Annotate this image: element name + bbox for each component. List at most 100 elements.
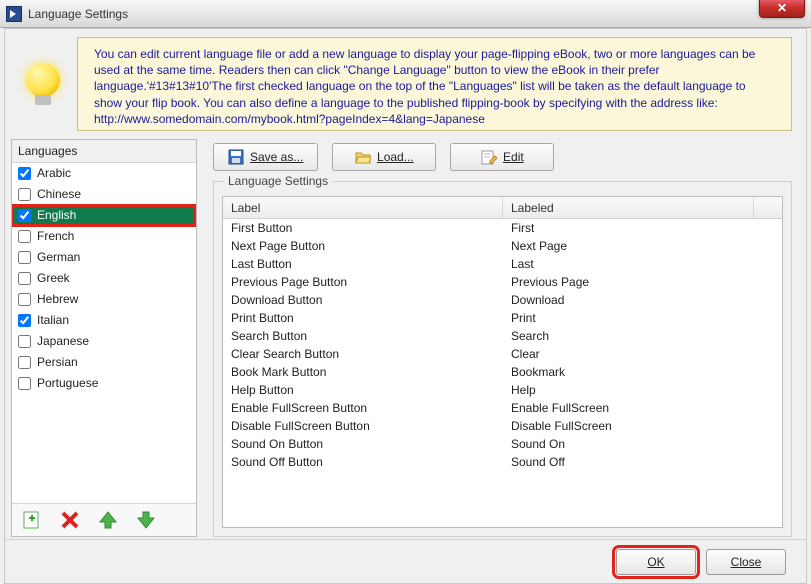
labels-grid[interactable]: Label Labeled First ButtonFirstNext Page… — [222, 196, 783, 528]
edit-label: Edit — [503, 150, 524, 164]
save-as-label: Save as... — [250, 150, 303, 164]
cell-labeled: Download — [503, 293, 782, 307]
grid-row[interactable]: Next Page ButtonNext Page — [223, 237, 782, 255]
cell-label: Previous Page Button — [223, 275, 503, 289]
cell-labeled: Sound On — [503, 437, 782, 451]
cell-label: Disable FullScreen Button — [223, 419, 503, 433]
column-labeled[interactable]: Labeled — [503, 197, 754, 218]
languages-panel: Languages Arabic Chinese English French Germ… — [11, 139, 197, 537]
grid-row[interactable]: Book Mark ButtonBookmark — [223, 363, 782, 381]
grid-row[interactable]: First ButtonFirst — [223, 219, 782, 237]
language-item[interactable]: Persian — [12, 352, 196, 373]
save-as-button[interactable]: Save as... — [213, 143, 318, 171]
grid-body[interactable]: First ButtonFirstNext Page ButtonNext Pa… — [223, 219, 782, 527]
close-label: Close — [731, 555, 762, 569]
client-area: You can edit current language file or ad… — [4, 28, 807, 584]
ok-label: OK — [647, 555, 664, 569]
grid-header: Label Labeled — [223, 197, 782, 219]
language-item[interactable]: Japanese — [12, 331, 196, 352]
language-item[interactable]: Portuguese — [12, 373, 196, 394]
remove-language-button[interactable] — [60, 510, 80, 530]
languages-toolbar — [12, 503, 196, 536]
cell-labeled: Sound Off — [503, 455, 782, 469]
grid-row[interactable]: Previous Page ButtonPrevious Page — [223, 273, 782, 291]
close-icon: ✕ — [777, 1, 787, 15]
language-item[interactable]: Italian — [12, 310, 196, 331]
language-checkbox[interactable] — [18, 314, 31, 327]
language-checkbox[interactable] — [18, 230, 31, 243]
plus-page-icon — [22, 510, 42, 530]
grid-row[interactable]: Download ButtonDownload — [223, 291, 782, 309]
language-item[interactable]: Greek — [12, 268, 196, 289]
grid-row[interactable]: Sound On ButtonSound On — [223, 435, 782, 453]
language-item[interactable]: German — [12, 247, 196, 268]
language-item[interactable]: English — [12, 205, 196, 226]
app-icon — [6, 6, 22, 22]
cell-label: Enable FullScreen Button — [223, 401, 503, 415]
language-item[interactable]: Arabic — [12, 163, 196, 184]
editor-area: Save as... Load... Edit Language Setting… — [205, 139, 798, 537]
folder-open-icon — [355, 149, 371, 165]
language-checkbox[interactable] — [18, 272, 31, 285]
title-bar: Language Settings ✕ — [0, 0, 811, 28]
language-item[interactable]: French — [12, 226, 196, 247]
language-label: German — [37, 250, 80, 264]
language-checkbox[interactable] — [18, 356, 31, 369]
cell-label: First Button — [223, 221, 503, 235]
language-settings-group: Language Settings Label Labeled First Bu… — [213, 181, 792, 537]
language-checkbox[interactable] — [18, 251, 31, 264]
column-label[interactable]: Label — [223, 197, 503, 218]
add-language-button[interactable] — [22, 510, 42, 530]
language-label: Hebrew — [37, 292, 78, 306]
languages-list[interactable]: Arabic Chinese English French German Greek Heb… — [12, 163, 196, 503]
language-label: Japanese — [37, 334, 89, 348]
load-label: Load... — [377, 150, 414, 164]
window-close-button[interactable]: ✕ — [759, 0, 805, 18]
ok-button[interactable]: OK — [616, 549, 696, 575]
cell-labeled: Next Page — [503, 239, 782, 253]
dialog-footer: OK Close — [5, 539, 806, 583]
cell-label: Last Button — [223, 257, 503, 271]
language-label: French — [37, 229, 74, 243]
cell-labeled: Previous Page — [503, 275, 782, 289]
close-button[interactable]: Close — [706, 549, 786, 575]
language-checkbox[interactable] — [18, 335, 31, 348]
info-banner: You can edit current language file or ad… — [77, 37, 792, 131]
grid-row[interactable]: Disable FullScreen ButtonDisable FullScr… — [223, 417, 782, 435]
grid-row[interactable]: Enable FullScreen ButtonEnable FullScree… — [223, 399, 782, 417]
grid-row[interactable]: Help ButtonHelp — [223, 381, 782, 399]
language-checkbox[interactable] — [18, 377, 31, 390]
grid-row[interactable]: Search ButtonSearch — [223, 327, 782, 345]
window-title: Language Settings — [28, 7, 128, 21]
cell-label: Clear Search Button — [223, 347, 503, 361]
arrow-up-icon — [98, 510, 118, 530]
cell-label: Book Mark Button — [223, 365, 503, 379]
language-item[interactable]: Chinese — [12, 184, 196, 205]
cell-labeled: First — [503, 221, 782, 235]
cell-labeled: Enable FullScreen — [503, 401, 782, 415]
grid-row[interactable]: Last ButtonLast — [223, 255, 782, 273]
language-checkbox[interactable] — [18, 167, 31, 180]
cell-labeled: Print — [503, 311, 782, 325]
language-item[interactable]: Hebrew — [12, 289, 196, 310]
load-button[interactable]: Load... — [332, 143, 436, 171]
language-label: Persian — [37, 355, 78, 369]
grid-row[interactable]: Sound Off ButtonSound Off — [223, 453, 782, 471]
language-checkbox[interactable] — [18, 293, 31, 306]
language-label: Arabic — [37, 166, 71, 180]
disk-icon — [228, 149, 244, 165]
move-down-button[interactable] — [136, 510, 156, 530]
grid-row[interactable]: Clear Search ButtonClear — [223, 345, 782, 363]
grid-row[interactable]: Print ButtonPrint — [223, 309, 782, 327]
languages-header: Languages — [12, 140, 196, 163]
language-label: Greek — [37, 271, 70, 285]
language-label: Chinese — [37, 187, 81, 201]
cell-label: Help Button — [223, 383, 503, 397]
cell-label: Download Button — [223, 293, 503, 307]
language-checkbox[interactable] — [18, 188, 31, 201]
cell-label: Print Button — [223, 311, 503, 325]
move-up-button[interactable] — [98, 510, 118, 530]
cell-label: Next Page Button — [223, 239, 503, 253]
language-checkbox[interactable] — [18, 209, 31, 222]
edit-button[interactable]: Edit — [450, 143, 554, 171]
